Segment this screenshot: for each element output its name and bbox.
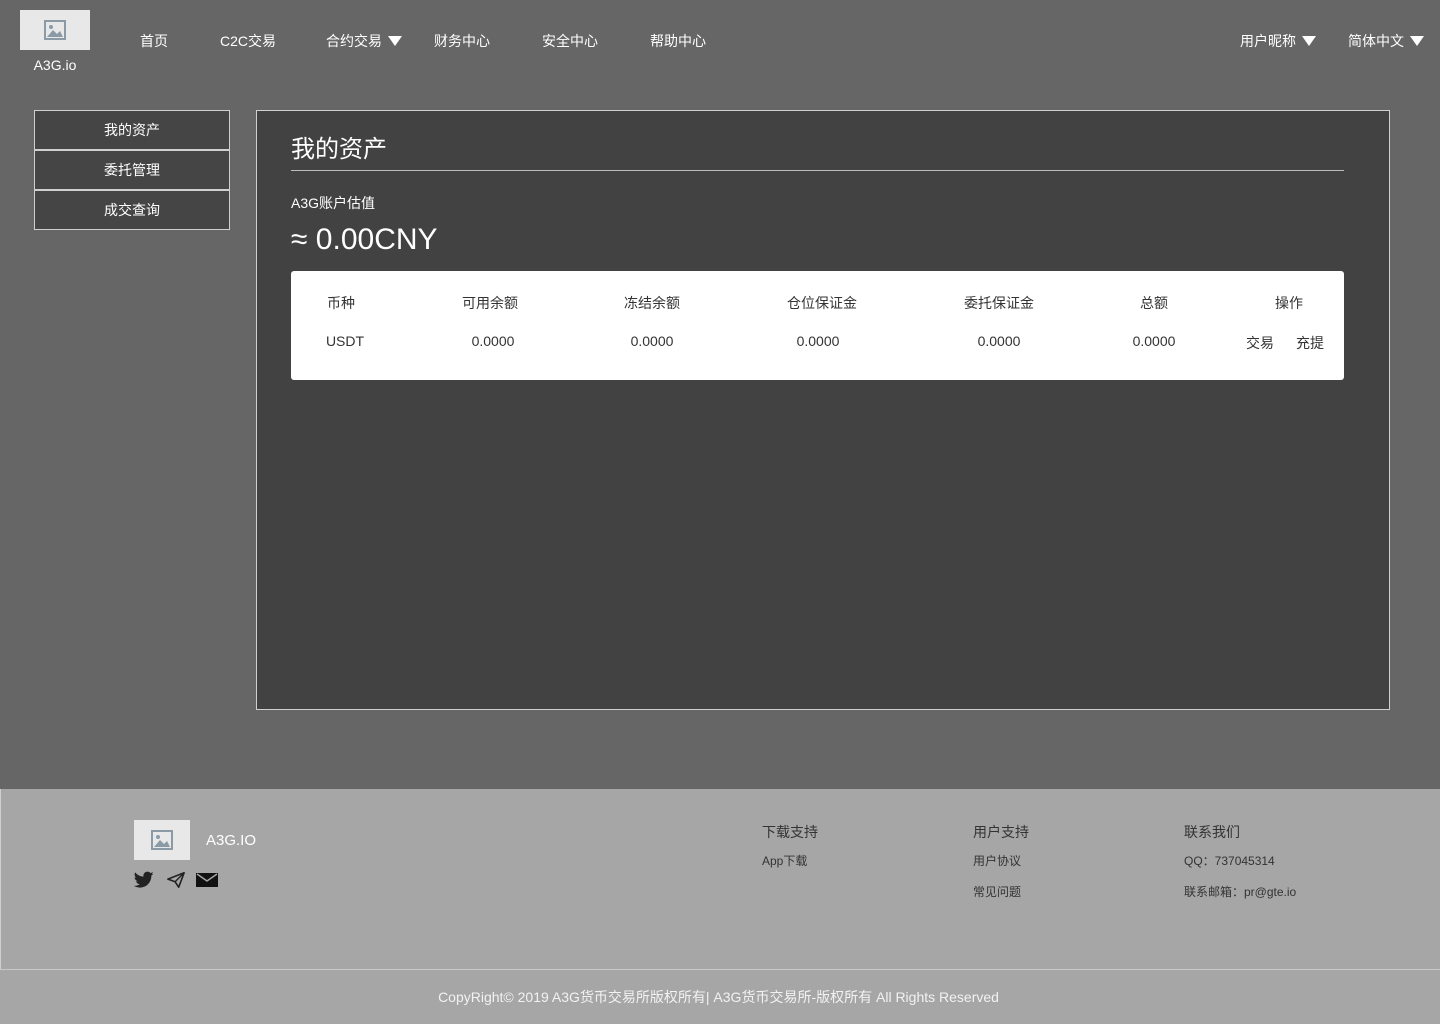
image-placeholder-icon [44, 20, 66, 40]
sidebar-item-trade-history[interactable]: 成交查询 [34, 190, 230, 230]
account-estimate-label: A3G账户估值 [291, 195, 376, 211]
nav-home-label: 首页 [140, 33, 168, 49]
nav-finance-label: 财务中心 [434, 33, 490, 49]
site-logo[interactable] [20, 10, 90, 50]
copyright-bar: CopyRight© 2019 A3G货币交易所版权所有| A3G货币交易所-版… [0, 969, 1440, 1024]
footer-link-app-download[interactable]: App下载 [762, 852, 807, 869]
telegram-icon[interactable] [167, 871, 185, 889]
cell-position-margin: 0.0000 [796, 333, 840, 349]
twitter-icon[interactable] [134, 871, 154, 889]
nav-c2c-label: C2C交易 [220, 33, 277, 49]
site-logo-text: A3G.io [33, 57, 77, 73]
footer: A3G.IO 下载支持 App下载 用户支持 用户协议 常见问题 联系我们 QQ… [0, 789, 1440, 969]
user-nickname: 用户昵称 [1240, 33, 1296, 49]
footer-brand: A3G.IO [206, 832, 257, 849]
column-header-position-margin: 仓位保证金 [787, 295, 857, 311]
cell-order-margin: 0.0000 [977, 333, 1021, 349]
footer-contact-qq: QQ：737045314 [1184, 854, 1275, 868]
mail-icon[interactable] [196, 871, 218, 889]
footer-link-faq[interactable]: 常见问题 [973, 883, 1021, 900]
assets-panel: 我的资产 A3G账户估值 ≈ 0.00CNY 币种 可用余额 冻结余额 仓位保证… [256, 110, 1390, 710]
language-menu[interactable]: 简体中文 [1348, 31, 1424, 51]
sidebar-item-label: 成交查询 [104, 202, 160, 218]
triangle-down-icon [1410, 36, 1424, 46]
deposit-withdraw-link[interactable]: 充提 [1296, 333, 1324, 353]
sidebar-item-order-management[interactable]: 委托管理 [34, 150, 230, 190]
image-placeholder-icon [151, 830, 173, 850]
nav-finance[interactable]: 财务中心 [434, 31, 490, 51]
cell-available: 0.0000 [471, 333, 515, 349]
title-divider [291, 170, 1344, 171]
footer-link-user-agreement[interactable]: 用户协议 [973, 852, 1021, 869]
triangle-down-icon [388, 36, 402, 46]
nav-security-label: 安全中心 [542, 33, 598, 49]
cell-coin: USDT [325, 333, 365, 349]
nav-contract-label: 合约交易 [326, 33, 382, 49]
nav-help-label: 帮助中心 [650, 33, 706, 49]
language-label: 简体中文 [1348, 33, 1404, 49]
column-header-available: 可用余额 [462, 295, 518, 311]
sidebar-item-label: 委托管理 [104, 162, 160, 178]
nav-help[interactable]: 帮助中心 [650, 31, 706, 51]
page-title: 我的资产 [291, 136, 387, 163]
top-header: A3G.io 首页 C2C交易 合约交易 财务中心 安全中心 帮助中心 用户昵称… [0, 0, 1440, 90]
copyright-text: CopyRight© 2019 A3G货币交易所版权所有| A3G货币交易所-版… [438, 989, 999, 1005]
footer-logo[interactable] [134, 820, 190, 860]
footer-user-support-title: 用户支持 [973, 824, 1029, 840]
user-menu[interactable]: 用户昵称 [1240, 31, 1316, 51]
nav-security[interactable]: 安全中心 [542, 31, 598, 51]
column-header-coin: 币种 [327, 295, 355, 311]
sidebar-item-my-assets[interactable]: 我的资产 [34, 110, 230, 150]
nav-home[interactable]: 首页 [140, 31, 168, 51]
cell-frozen: 0.0000 [630, 333, 674, 349]
footer-contact-title: 联系我们 [1184, 824, 1240, 840]
column-header-actions: 操作 [1275, 295, 1303, 311]
column-header-order-margin: 委托保证金 [964, 295, 1034, 311]
triangle-down-icon [1302, 36, 1316, 46]
footer-download-title: 下载支持 [762, 824, 818, 840]
account-estimate-value: ≈ 0.00CNY [291, 223, 438, 256]
footer-contact-email[interactable]: 联系邮箱：pr@gte.io [1184, 883, 1296, 900]
column-header-total: 总额 [1140, 295, 1168, 311]
assets-table: 币种 可用余额 冻结余额 仓位保证金 委托保证金 总额 操作 USDT 0.00… [291, 271, 1344, 380]
cell-total: 0.0000 [1132, 333, 1176, 349]
column-header-frozen: 冻结余额 [624, 295, 680, 311]
sidebar-item-label: 我的资产 [104, 122, 160, 138]
trade-link[interactable]: 交易 [1246, 333, 1274, 353]
nav-c2c[interactable]: C2C交易 [220, 31, 276, 51]
nav-contract[interactable]: 合约交易 [326, 31, 402, 51]
